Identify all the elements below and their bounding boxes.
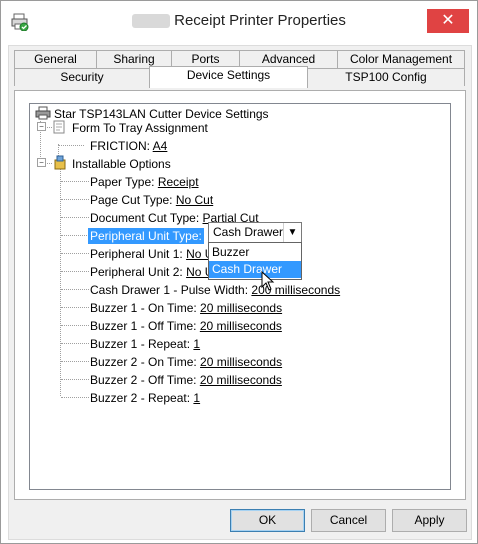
tab-device-settings[interactable]: Device Settings: [149, 66, 308, 88]
settings-tree[interactable]: Star TSP143LAN Cutter Device Settings − …: [29, 103, 451, 490]
dropdown-option-buzzer[interactable]: Buzzer: [209, 244, 301, 261]
tree-form-to-tray-label: Form To Tray Assignment: [72, 121, 208, 135]
tree-item-buzzer2-off[interactable]: Buzzer 2 - Off Time: 20 milliseconds: [90, 373, 282, 388]
installable-options-icon: [54, 155, 66, 170]
tree-line: [61, 271, 89, 272]
collapse-icon[interactable]: −: [37, 122, 46, 131]
tree-line: [61, 343, 89, 344]
tree-friction-item[interactable]: FRICTION: A4: [90, 139, 167, 154]
item-label: Buzzer 1 - Off Time:: [90, 319, 197, 333]
item-value[interactable]: 1: [193, 337, 200, 351]
item-label: Paper Type:: [90, 175, 155, 189]
tree-line: [61, 253, 89, 254]
cancel-button[interactable]: Cancel: [311, 509, 386, 532]
friction-value[interactable]: A4: [153, 139, 168, 153]
title-bar[interactable]: Receipt Printer Properties ✕: [1, 1, 477, 41]
tree-line: [61, 379, 89, 380]
item-label: Cash Drawer 1 - Pulse Width:: [90, 283, 249, 297]
tree-item-peripheral-unit-type[interactable]: Peripheral Unit Type:: [88, 228, 204, 244]
tab-general[interactable]: General: [14, 50, 97, 68]
item-label: Document Cut Type:: [90, 211, 200, 225]
item-label: Buzzer 1 - On Time:: [90, 301, 197, 315]
tree-installable-options-label: Installable Options: [72, 157, 171, 171]
tree-item-buzzer1-on[interactable]: Buzzer 1 - On Time: 20 milliseconds: [90, 301, 282, 316]
ok-button[interactable]: OK: [230, 509, 305, 532]
tree-line: [61, 325, 89, 326]
window-title: Receipt Printer Properties: [1, 12, 477, 29]
tab-tsp100-config[interactable]: TSP100 Config: [307, 68, 465, 86]
item-value[interactable]: 20 milliseconds: [200, 373, 282, 387]
tree-line: [61, 235, 89, 236]
collapse-icon[interactable]: −: [37, 158, 46, 167]
close-button[interactable]: ✕: [427, 9, 469, 33]
chevron-down-icon[interactable]: ▼: [283, 223, 301, 242]
friction-label: FRICTION:: [90, 139, 150, 153]
item-value[interactable]: Receipt: [158, 175, 199, 189]
item-label: Buzzer 2 - On Time:: [90, 355, 197, 369]
tree-item-page-cut-type[interactable]: Page Cut Type: No Cut: [90, 193, 213, 208]
apply-button[interactable]: Apply: [392, 509, 467, 532]
tree-line: [61, 289, 89, 290]
item-label-selected: Peripheral Unit Type:: [88, 228, 204, 244]
item-label: Buzzer 2 - Repeat:: [90, 391, 191, 405]
tree-root-label: Star TSP143LAN Cutter Device Settings: [54, 107, 269, 121]
printer-device-icon: [35, 106, 51, 120]
tree-line: [58, 145, 84, 146]
peripheral-unit-type-combobox[interactable]: Cash Drawer ▼: [208, 222, 302, 243]
item-label: Peripheral Unit 2:: [90, 265, 183, 279]
tree-line: [61, 199, 89, 200]
form-tray-icon: [53, 120, 65, 134]
tree-item-buzzer1-repeat[interactable]: Buzzer 1 - Repeat: 1: [90, 337, 200, 352]
item-value[interactable]: 20 milliseconds: [200, 319, 282, 333]
item-value[interactable]: 20 milliseconds: [200, 301, 282, 315]
tree-item-buzzer1-off[interactable]: Buzzer 1 - Off Time: 20 milliseconds: [90, 319, 282, 334]
combo-selected-value: Cash Drawer: [213, 225, 284, 239]
tree-line: [61, 361, 89, 362]
tree-item-cash-drawer-pulse[interactable]: Cash Drawer 1 - Pulse Width: 200 millise…: [90, 283, 340, 298]
item-value[interactable]: 1: [193, 391, 200, 405]
item-label: Buzzer 2 - Off Time:: [90, 373, 197, 387]
dialog-body: General Sharing Ports Advanced Color Man…: [8, 45, 472, 540]
mouse-cursor-icon: [261, 271, 275, 291]
printer-properties-window: Receipt Printer Properties ✕ General Sha…: [0, 0, 478, 544]
tree-item-buzzer2-on[interactable]: Buzzer 2 - On Time: 20 milliseconds: [90, 355, 282, 370]
tab-security[interactable]: Security: [14, 68, 150, 86]
item-label: Page Cut Type:: [90, 193, 173, 207]
device-settings-panel: Star TSP143LAN Cutter Device Settings − …: [14, 90, 466, 500]
peripheral-unit-type-dropdown: Buzzer Cash Drawer: [208, 242, 302, 280]
item-label: Buzzer 1 - Repeat:: [90, 337, 191, 351]
item-label: Peripheral Unit 1:: [90, 247, 183, 261]
tree-item-paper-type[interactable]: Paper Type: Receipt: [90, 175, 199, 190]
tree-line: [61, 181, 89, 182]
tree-item-peripheral-unit-2[interactable]: Peripheral Unit 2: No U: [90, 265, 213, 280]
item-value[interactable]: 20 milliseconds: [200, 355, 282, 369]
tree-line: [61, 307, 89, 308]
tree-line: [61, 397, 89, 398]
tree-item-buzzer2-repeat[interactable]: Buzzer 2 - Repeat: 1: [90, 391, 200, 406]
dropdown-option-cash-drawer[interactable]: Cash Drawer: [209, 261, 301, 278]
tree-item-peripheral-unit-1[interactable]: Peripheral Unit 1: No U: [90, 247, 213, 262]
redacted-printer-name: [132, 14, 171, 29]
tab-color-management[interactable]: Color Management: [337, 50, 465, 68]
tree-line: [61, 217, 89, 218]
item-value[interactable]: No Cut: [176, 193, 213, 207]
